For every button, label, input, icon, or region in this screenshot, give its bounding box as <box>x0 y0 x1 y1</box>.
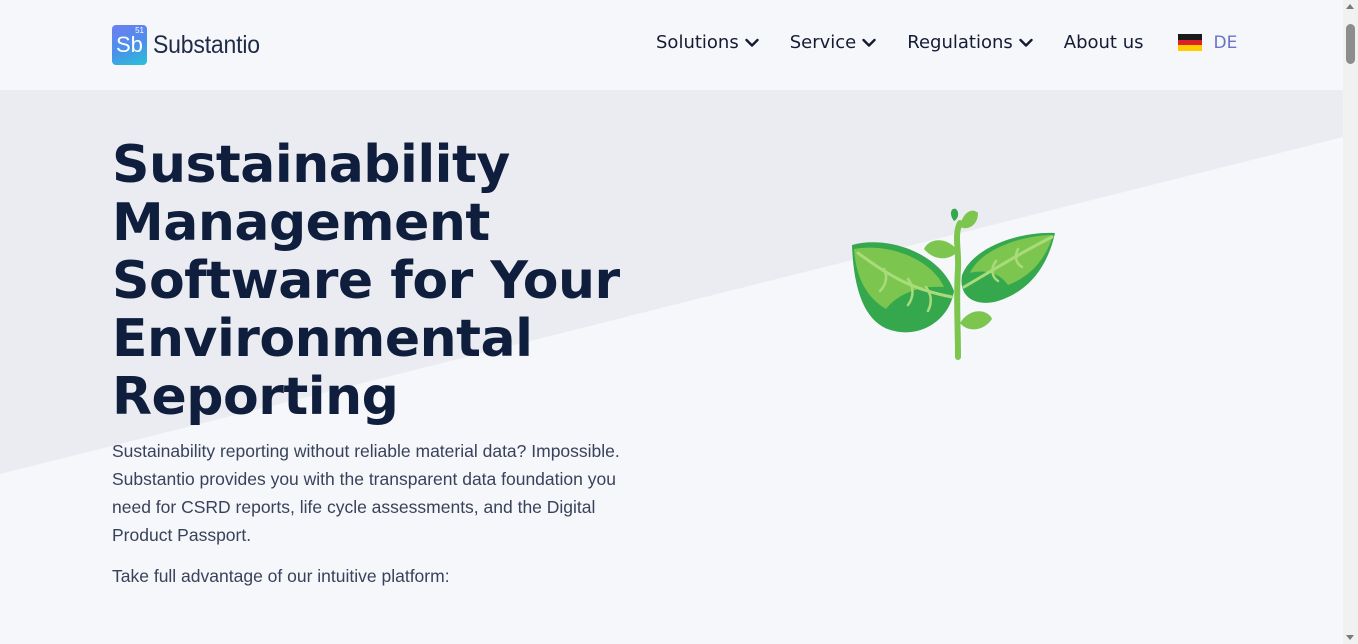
hero-section: Sustainability Management Software for Y… <box>112 136 672 590</box>
scroll-up-arrow-icon[interactable] <box>1346 4 1354 9</box>
nav-service-label: Service <box>789 32 857 53</box>
language-label: DE <box>1213 32 1238 53</box>
chevron-down-icon <box>745 38 759 47</box>
nav-solutions[interactable]: Solutions <box>656 32 759 53</box>
nav-about-us[interactable]: About us <box>1064 32 1144 53</box>
hero-title: Sustainability Management Software for Y… <box>112 135 620 427</box>
logo-number: 51 <box>135 26 144 35</box>
logo-link[interactable]: Sb 51 Substantio <box>112 25 269 65</box>
nav-service[interactable]: Service <box>790 32 877 53</box>
language-switcher[interactable]: DE <box>1178 33 1237 53</box>
logo-text: Substantio <box>153 30 260 59</box>
nav-regulations-label: Regulations <box>907 32 1013 53</box>
nav-regulations[interactable]: Regulations <box>907 32 1033 53</box>
nav-about-label: About us <box>1063 32 1144 53</box>
site-header: Sb 51 Substantio Solutions Service Regul… <box>0 0 1343 90</box>
hero-subtext: Take full advantage of our intuitive pla… <box>112 566 450 586</box>
vertical-scrollbar[interactable] <box>1343 0 1358 644</box>
chevron-down-icon <box>1019 38 1033 47</box>
hero-description: Sustainability reporting without reliabl… <box>112 441 620 545</box>
plant-sprout-icon <box>852 208 1055 360</box>
nav-solutions-label: Solutions <box>656 32 739 53</box>
main-nav: Solutions Service Regulations About us D… <box>656 32 1237 53</box>
chevron-down-icon <box>862 38 876 47</box>
scrollbar-thumb[interactable] <box>1346 24 1355 64</box>
page: Sb 51 Substantio Solutions Service Regul… <box>0 0 1358 644</box>
logo-icon: Sb 51 <box>112 25 147 65</box>
scroll-down-arrow-icon[interactable] <box>1346 635 1354 640</box>
germany-flag-icon <box>1178 34 1203 52</box>
